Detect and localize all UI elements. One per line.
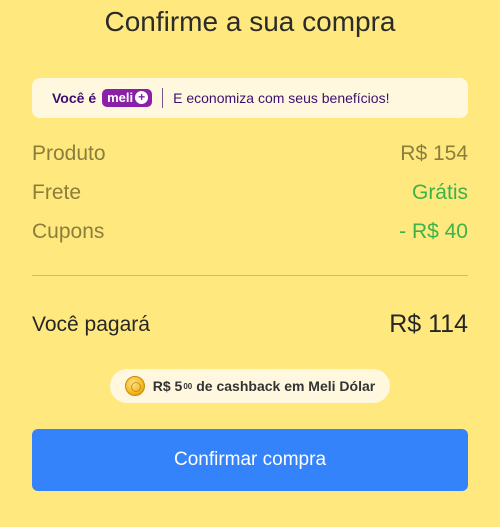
summary-label: Produto [32, 142, 106, 165]
meli-plus-banner: Você é meli + E economiza com seus benef… [32, 78, 468, 118]
summary-label: Cupons [32, 220, 105, 243]
meli-banner-benefit: E economiza com seus benefícios! [173, 90, 390, 106]
total-amount: R$ 114 [389, 310, 468, 338]
cashback-badge: R$ 5 00 de cashback em Meli Dólar [110, 369, 390, 403]
summary-value: Grátis [411, 181, 468, 204]
page-title: Confirme a sua compra [104, 6, 396, 37]
meli-plus-logo: meli + [102, 89, 153, 107]
meli-banner-prefix: Você é [52, 90, 97, 106]
summary-divider [32, 275, 468, 276]
banner-divider [162, 88, 164, 108]
cashback-text: de cashback em Meli Dólar [196, 378, 376, 394]
summary-row-coupons: Cupons - R$ 40 [32, 220, 468, 244]
summary-value: - R$ 40 [399, 220, 468, 243]
total-label: Você pagará [32, 312, 150, 336]
summary-value: R$ 154 [400, 142, 468, 165]
summary-label: Frete [32, 181, 82, 204]
summary-row-product: Produto R$ 154 [32, 142, 468, 166]
coin-icon [124, 376, 145, 396]
plus-icon: + [135, 91, 149, 104]
confirm-purchase-button[interactable]: Confirmar compra [32, 429, 468, 491]
cashback-amount: R$ 5 [152, 378, 183, 394]
meli-badge-text: meli [107, 90, 134, 105]
cashback-cents: 00 [183, 381, 193, 391]
checkout-confirmation: Confirme a sua compra Você é meli + E ec… [0, 0, 500, 527]
total-row: Você pagará R$ 114 [32, 310, 468, 339]
summary-row-shipping: Frete Grátis [32, 181, 468, 205]
